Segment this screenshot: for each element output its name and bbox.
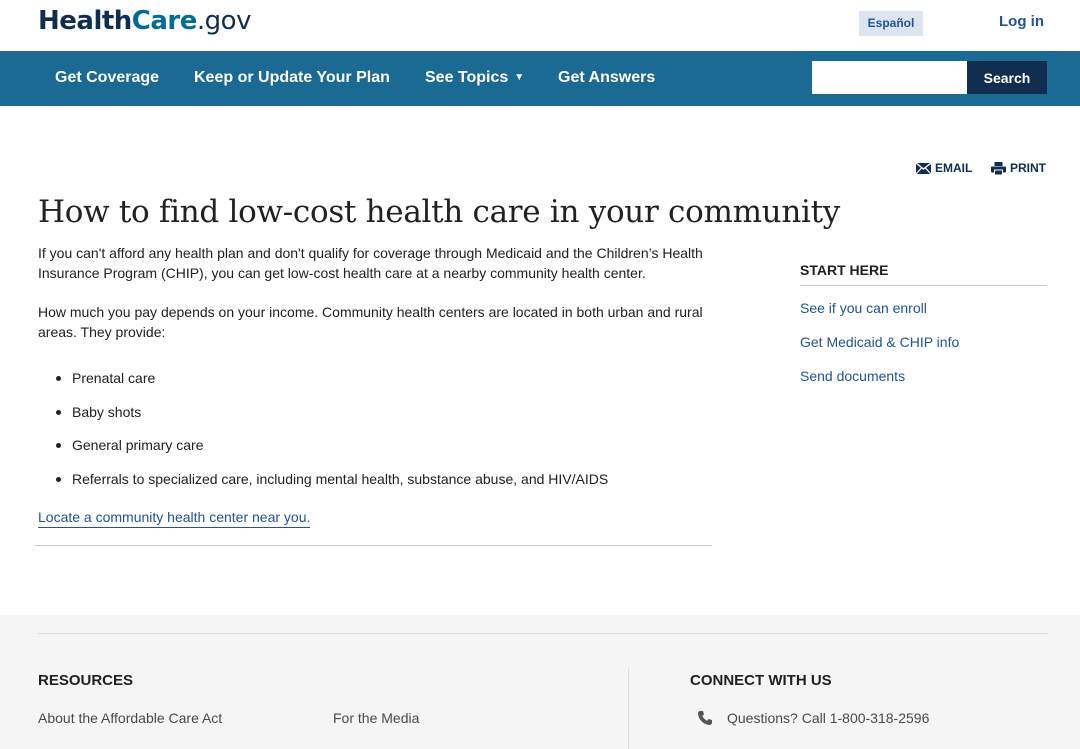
main-nav: Get Coverage Keep or Update Your Plan Se… [0, 51, 1080, 106]
email-link[interactable]: EMAIL [916, 161, 972, 175]
top-bar: HealthCare.gov Español Log in [0, 0, 1080, 51]
logo-part-care: Care [131, 6, 198, 36]
logo-part-gov: .gov [196, 6, 252, 36]
footer-link-media[interactable]: For the Media [333, 710, 419, 726]
espanol-button[interactable]: Español [859, 11, 923, 36]
intro-paragraph: If you can't afford any health plan and … [38, 245, 703, 281]
locate-health-center-link[interactable]: Locate a community health center near yo… [38, 508, 311, 528]
income-paragraph: How much you pay depends on your income.… [38, 304, 703, 340]
nav-item-keep-or-update[interactable]: Keep or Update Your Plan [194, 69, 390, 87]
list-item: Prenatal care [55, 368, 608, 402]
login-link[interactable]: Log in [999, 13, 1044, 30]
nav-item-label: See Topics [425, 69, 509, 86]
services-list: Prenatal care Baby shots General primary… [55, 368, 608, 503]
list-item: Referrals to specialized care, including… [55, 469, 608, 503]
nav-item-get-coverage[interactable]: Get Coverage [55, 69, 159, 87]
envelope-icon [916, 162, 931, 174]
phone-contact[interactable]: Questions? Call 1-800-318-2596 [697, 710, 929, 726]
search-button[interactable]: Search [967, 61, 1047, 94]
nav-item-label: Keep or Update Your Plan [194, 69, 390, 86]
phone-text: Questions? Call 1-800-318-2596 [727, 710, 930, 726]
sidebar-link-send-documents[interactable]: Send documents [800, 368, 905, 384]
connect-heading: CONNECT WITH US [690, 672, 832, 689]
footer-divider [38, 633, 1048, 634]
print-label: PRINT [1010, 161, 1046, 175]
phone-icon [698, 711, 712, 725]
content-divider [35, 545, 712, 546]
caret-down-icon: ▼ [514, 72, 525, 83]
footer-link-about-aca[interactable]: About the Affordable Care Act [38, 710, 222, 726]
sidebar-link-medicaid-chip[interactable]: Get Medicaid & CHIP info [800, 334, 959, 350]
footer: RESOURCES About the Affordable Care Act … [0, 615, 1080, 749]
healthcare-gov-logo[interactable]: HealthCare.gov [38, 6, 251, 36]
nav-item-see-topics[interactable]: See Topics ▼ [425, 69, 524, 87]
nav-item-label: Get Answers [558, 69, 656, 86]
start-here-heading: START HERE [800, 262, 889, 278]
logo-part-health: Health [38, 6, 132, 36]
print-link[interactable]: PRINT [991, 161, 1046, 175]
list-item: Baby shots [55, 402, 608, 436]
footer-column-divider [628, 668, 629, 749]
sidebar-link-enroll[interactable]: See if you can enroll [800, 300, 927, 316]
search-input[interactable] [812, 61, 967, 94]
nav-item-get-answers[interactable]: Get Answers [558, 69, 655, 87]
sidebar-divider [800, 285, 1047, 286]
list-item: General primary care [55, 435, 608, 469]
email-label: EMAIL [935, 161, 973, 175]
printer-icon [991, 161, 1006, 175]
nav-item-label: Get Coverage [55, 69, 160, 86]
resources-heading: RESOURCES [38, 672, 134, 689]
page-title: How to find low-cost health care in your… [38, 194, 840, 230]
